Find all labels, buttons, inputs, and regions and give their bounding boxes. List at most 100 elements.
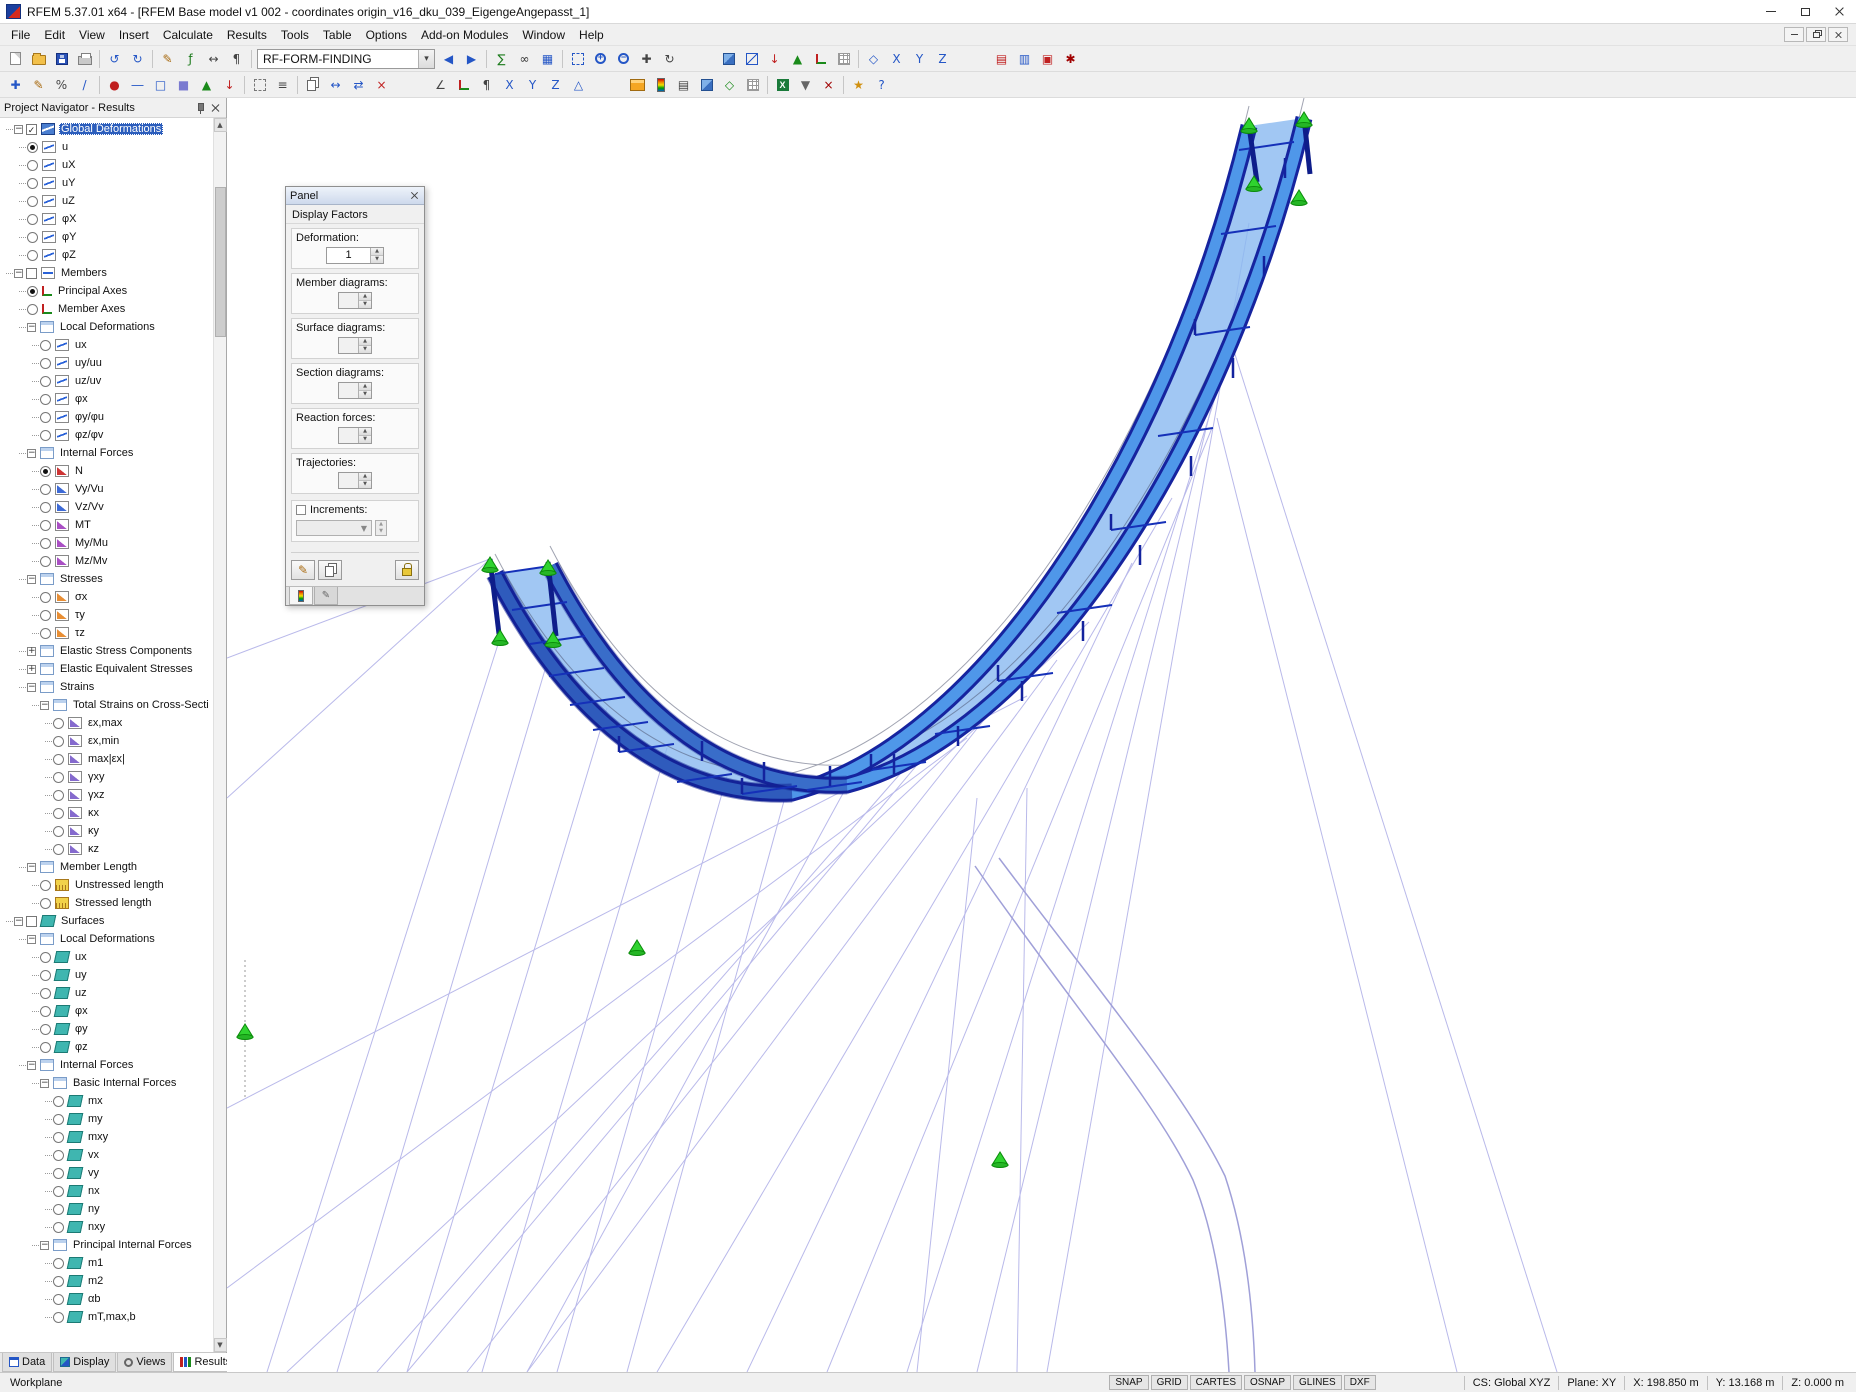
tree-item-label[interactable]: Vz/Vv [73,501,106,513]
viewport-3d[interactable]: Panel Display Factors Deformation:1▲▼Mem… [227,98,1856,1372]
tree-item[interactable]: uY [2,174,213,192]
tree-item-label[interactable]: γxy [86,771,107,783]
zoom-in-button[interactable] [589,48,612,70]
rotate-view-button[interactable]: ↻ [658,48,681,70]
tree-item-label[interactable]: MT [73,519,93,531]
new-support-button[interactable]: ▲ [195,74,218,96]
rendering-mode-button[interactable] [695,74,718,96]
tree-item-label[interactable]: uy/uu [73,357,104,369]
tree-item-label[interactable]: mx [86,1095,105,1107]
tree-item[interactable]: Vy/Vu [2,480,213,498]
tree-item-label[interactable]: γxz [86,789,107,801]
tree-item[interactable]: uy/uu [2,354,213,372]
tree-item[interactable]: γxz [2,786,213,804]
tree-radio[interactable] [40,1042,51,1053]
increments-checkbox[interactable] [296,505,306,515]
tree-item[interactable]: My/Mu [2,534,213,552]
tree-item[interactable]: φx [2,1002,213,1020]
view-in-z-button[interactable]: Z [931,48,954,70]
tree-expander-minus[interactable]: − [27,935,36,944]
calculation-button[interactable]: ∑ [490,48,513,70]
menu-window[interactable]: Window [515,26,572,44]
tree-radio[interactable] [27,142,38,153]
tree-item[interactable]: max|εx| [2,750,213,768]
menu-add-on-modules[interactable]: Add-on Modules [414,26,515,44]
section-diagrams-spinner[interactable]: ▲▼ [338,382,372,399]
comment-button[interactable]: ¶ [225,48,248,70]
tree-item[interactable]: N [2,462,213,480]
perspective-button[interactable]: △ [567,74,590,96]
tree-item-label[interactable]: my [86,1113,105,1125]
tree-item[interactable]: Unstressed length [2,876,213,894]
next-load-case-button[interactable]: ▶ [460,48,483,70]
scroll-up-icon[interactable]: ▲ [214,118,227,132]
tree-item-label[interactable]: Member Axes [56,303,127,315]
tree-radio[interactable] [40,502,51,513]
tree-radio[interactable] [40,376,51,387]
spinner-down-icon[interactable]: ▼ [359,301,371,308]
loadcase-combo[interactable]: RF-FORM-FINDING▾ [257,49,435,69]
mdi-restore-button[interactable] [1806,27,1826,42]
tree-item-label[interactable]: κy [86,825,101,837]
tree-expander-minus[interactable]: − [40,1079,49,1088]
tree-item[interactable]: nxy [2,1218,213,1236]
menu-options[interactable]: Options [359,26,414,44]
tree-item-label[interactable]: εx,max [86,717,124,729]
tree-item-label[interactable]: Total Strains on Cross-Secti [71,699,211,711]
edit-mode-button[interactable]: ✎ [156,48,179,70]
measure-angle-button[interactable]: ∠ [429,74,452,96]
tree-item[interactable]: Principal Axes [2,282,213,300]
increments-combo[interactable]: ▼ [296,520,372,536]
tree-radio[interactable] [40,412,51,423]
spinner-up-icon[interactable]: ▲ [376,521,386,528]
tree-item[interactable]: κx [2,804,213,822]
tree-item[interactable]: φX [2,210,213,228]
printout-report-button[interactable]: ▤ [990,48,1013,70]
spinner-up-icon[interactable]: ▲ [359,383,371,391]
tree-radio[interactable] [40,898,51,909]
tree-radio[interactable] [53,1312,64,1323]
menu-calculate[interactable]: Calculate [156,26,220,44]
show-supports-button[interactable]: ▲ [786,48,809,70]
tree-radio[interactable] [40,484,51,495]
tree-item[interactable]: Mz/Mv [2,552,213,570]
tree-item[interactable]: φY [2,228,213,246]
tree-radio[interactable] [53,790,64,801]
render-solid-button[interactable] [717,48,740,70]
tree-radio[interactable] [40,1024,51,1035]
tree-item-label[interactable]: φx [73,1005,90,1017]
select-window-button[interactable] [248,74,271,96]
spinner-down-icon[interactable]: ▼ [359,436,371,443]
tree-radio[interactable] [53,1294,64,1305]
menu-file[interactable]: File [4,26,37,44]
tree-item-label[interactable]: Elastic Equivalent Stresses [58,663,195,675]
tree-radio[interactable] [27,286,38,297]
tab-views[interactable]: Views [117,1353,172,1372]
tree-radio[interactable] [40,952,51,963]
tree-item-label[interactable]: u [60,141,70,153]
tree-item[interactable]: −Local Deformations [2,930,213,948]
tree-item[interactable]: uz/uv [2,372,213,390]
lock-button[interactable] [395,560,419,580]
tree-radio[interactable] [27,196,38,207]
tree-item-label[interactable]: ux [73,339,89,351]
tree-item-label[interactable]: Member Length [58,861,139,873]
tree-item[interactable]: mT,max,b [2,1308,213,1326]
new-model-button[interactable] [4,48,27,70]
tree-radio[interactable] [40,880,51,891]
tree-item[interactable]: τz [2,624,213,642]
tree-item[interactable]: −Internal Forces [2,1056,213,1074]
tree-radio[interactable] [40,556,51,567]
tree-radio[interactable] [40,1006,51,1017]
panel-title-bar[interactable]: Panel [286,187,424,205]
tree-item[interactable]: m1 [2,1254,213,1272]
tree-radio[interactable] [27,160,38,171]
navigator-close-icon[interactable] [210,102,222,114]
favorites-button[interactable]: ★ [847,74,870,96]
tree-item[interactable]: −Internal Forces [2,444,213,462]
tree-item-label[interactable]: nxy [86,1221,107,1233]
tree-item[interactable]: −Member Length [2,858,213,876]
new-solid-button[interactable]: ■ [172,74,195,96]
tree-radio[interactable] [40,538,51,549]
tree-item[interactable]: σx [2,588,213,606]
